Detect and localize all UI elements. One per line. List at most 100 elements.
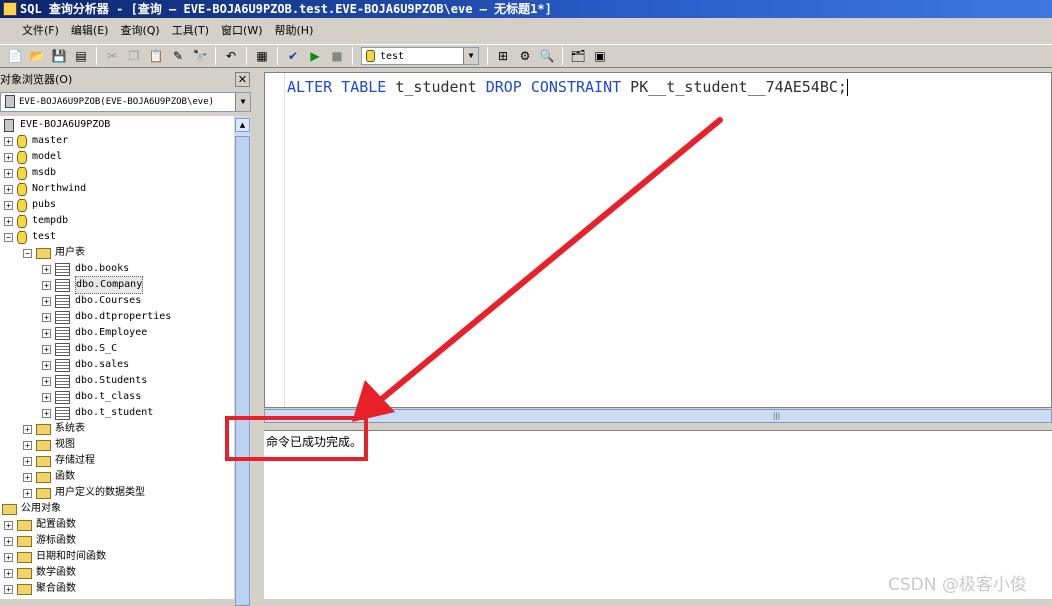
display-plan-icon[interactable]: ⊞ — [494, 47, 512, 65]
execute-icon[interactable]: ▶ — [306, 47, 324, 65]
search-objects-icon[interactable]: 🔍 — [538, 47, 556, 65]
tree-node-table[interactable]: + dbo.Students — [42, 373, 147, 389]
menu-file[interactable]: 文件(F) — [2, 21, 65, 41]
expand-icon[interactable]: + — [42, 296, 51, 306]
scrollbar-thumb[interactable] — [235, 136, 250, 606]
expand-icon[interactable]: + — [4, 216, 13, 226]
database-icon — [17, 134, 27, 148]
find-icon[interactable]: 🔭 — [191, 47, 209, 65]
tree-node-folder[interactable]: + 函数 — [23, 469, 75, 485]
insert-template-icon[interactable]: ▤ — [72, 47, 90, 65]
parse-query-icon[interactable]: ✔ — [284, 47, 302, 65]
expand-icon[interactable]: + — [23, 440, 32, 450]
expand-icon[interactable]: + — [4, 200, 13, 210]
paste-icon[interactable]: 📋 — [147, 47, 165, 65]
index-tuning-icon[interactable]: ⚙ — [516, 47, 534, 65]
tree-node-user-tables[interactable]: − 用户表 — [23, 245, 85, 261]
expand-icon[interactable]: + — [4, 568, 13, 578]
expand-icon[interactable]: + — [42, 280, 51, 290]
save-icon[interactable]: 💾 — [50, 47, 68, 65]
folder-icon — [36, 487, 51, 499]
collapse-icon[interactable]: − — [4, 232, 13, 242]
cut-icon[interactable]: ✂ — [103, 47, 121, 65]
tree-node-database[interactable]: − test — [4, 229, 56, 245]
expand-icon[interactable]: + — [23, 456, 32, 466]
expand-icon[interactable]: + — [42, 360, 51, 370]
expand-icon[interactable]: + — [42, 408, 51, 418]
tree-node-table[interactable]: + dbo.t_class — [42, 389, 141, 405]
close-icon[interactable]: ✕ — [235, 72, 250, 87]
tree-node-table[interactable]: + dbo.S_C — [42, 341, 117, 357]
tree-node-folder[interactable]: + 日期和时间函数 — [4, 549, 106, 565]
tree-node-folder[interactable]: + 聚合函数 — [4, 581, 76, 597]
expand-icon[interactable]: + — [4, 136, 13, 146]
tree-node-folder[interactable]: + 用户定义的数据类型 — [23, 485, 145, 501]
new-query-icon[interactable]: 📄 — [6, 47, 24, 65]
tree-node-database[interactable]: + pubs — [4, 197, 56, 213]
expand-icon[interactable]: + — [42, 328, 51, 338]
table-icon — [55, 342, 70, 356]
tree-node-table[interactable]: + dbo.t_student — [42, 405, 153, 421]
tree-node-folder[interactable]: + 游标函数 — [4, 533, 76, 549]
expand-icon[interactable]: + — [4, 152, 13, 162]
pane-splitter[interactable] — [252, 68, 264, 599]
tree-node-folder[interactable]: + 数学函数 — [4, 565, 76, 581]
expand-icon[interactable]: + — [42, 264, 51, 274]
tree-node-folder[interactable]: + 存储过程 — [23, 453, 95, 469]
tree-node-table[interactable]: + dbo.Courses — [42, 293, 141, 309]
tree-node-folder[interactable]: + 视图 — [23, 437, 75, 453]
expand-icon[interactable]: + — [4, 184, 13, 194]
expand-icon[interactable]: + — [23, 488, 32, 498]
expand-icon[interactable]: + — [4, 520, 13, 530]
show-results-icon[interactable]: ▣ — [591, 47, 609, 65]
expand-icon[interactable]: + — [23, 472, 32, 482]
tree-node-table[interactable]: + dbo.Company — [42, 276, 144, 294]
tree-node-database[interactable]: + master — [4, 133, 68, 149]
expand-icon[interactable]: + — [4, 552, 13, 562]
tree-node-table[interactable]: + dbo.sales — [42, 357, 129, 373]
tree-node-folder[interactable]: + 系统表 — [23, 421, 85, 437]
table-icon — [55, 310, 70, 324]
expand-icon[interactable]: + — [42, 312, 51, 322]
menu-help[interactable]: 帮助(H) — [269, 21, 320, 41]
editor-horizontal-scrollbar[interactable]: ||| — [264, 409, 1052, 423]
database-select[interactable]: test ▼ — [361, 47, 479, 65]
tree-node-database[interactable]: + model — [4, 149, 62, 165]
tree-scrollbar[interactable]: ▲ — [234, 116, 251, 606]
results-mode-icon[interactable]: ▦ — [253, 47, 271, 65]
clear-window-icon[interactable]: ✎ — [169, 47, 187, 65]
tree-node-database[interactable]: + Northwind — [4, 181, 86, 197]
expand-icon[interactable]: + — [23, 424, 32, 434]
undo-icon[interactable]: ↶ — [222, 47, 240, 65]
tree-node-server[interactable]: EVE-BOJA6U9PZOB — [4, 117, 110, 133]
menu-query[interactable]: 查询(Q) — [114, 21, 165, 41]
server-combo[interactable]: EVE-BOJA6U9PZOB(EVE-BOJA6U9PZOB\eve) ▼ — [0, 92, 251, 112]
tree-node-public-objects[interactable]: 公用对象 — [2, 501, 61, 517]
object-browser-icon[interactable]: 🗂 — [569, 47, 587, 65]
open-icon[interactable]: 📂 — [28, 47, 46, 65]
query-editor[interactable]: ALTER TABLE t_student DROP CONSTRAINT PK… — [264, 72, 1052, 408]
tree-node-folder[interactable]: + 配置函数 — [4, 517, 76, 533]
expand-icon[interactable]: + — [42, 344, 51, 354]
collapse-icon[interactable]: − — [23, 248, 32, 258]
stop-icon[interactable]: ■ — [328, 47, 346, 65]
tree-node-table[interactable]: + dbo.Employee — [42, 325, 147, 341]
tree-node-database[interactable]: + msdb — [4, 165, 56, 181]
menu-edit[interactable]: 编辑(E) — [65, 21, 115, 41]
chevron-down-icon[interactable]: ▼ — [235, 93, 250, 111]
toolbar-separator — [246, 47, 247, 65]
tree-node-table[interactable]: + dbo.books — [42, 261, 129, 277]
menu-tools[interactable]: 工具(T) — [166, 21, 215, 41]
expand-icon[interactable]: + — [42, 392, 51, 402]
scroll-grip-icon[interactable]: ||| — [773, 412, 781, 420]
copy-icon[interactable]: ❐ — [125, 47, 143, 65]
expand-icon[interactable]: + — [4, 168, 13, 178]
menu-window[interactable]: 窗口(W) — [215, 21, 268, 41]
expand-icon[interactable]: + — [42, 376, 51, 386]
chevron-down-icon[interactable]: ▼ — [463, 48, 478, 64]
tree-node-table[interactable]: + dbo.dtproperties — [42, 309, 171, 325]
scroll-up-icon[interactable]: ▲ — [235, 118, 250, 132]
tree-node-database[interactable]: + tempdb — [4, 213, 68, 229]
expand-icon[interactable]: + — [4, 536, 13, 546]
expand-icon[interactable]: + — [4, 584, 13, 594]
